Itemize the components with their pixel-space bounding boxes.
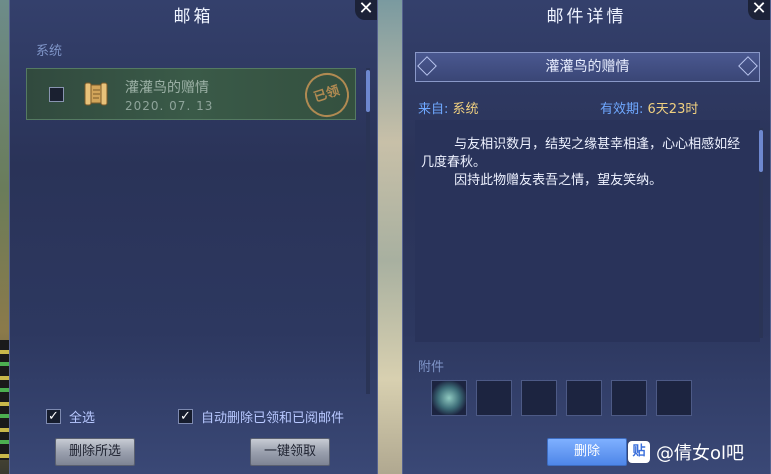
delete-selected-button[interactable]: 删除所选 [55,438,135,466]
game-background-middle [378,0,402,474]
mail-list-item[interactable]: 灌灌鸟的赠情 2020. 07. 13 已领 [26,67,356,123]
scrollbar-thumb[interactable] [366,70,370,112]
mail-detail-panel: 邮件详情 ✕ 灌灌鸟的赠情 来自: 系统 有效期: 6天23时 与友相识数月，结… [402,0,771,474]
checkmark-icon: ✓ [178,409,193,424]
tieba-logo-icon: 贴 [628,441,650,463]
claimed-stamp: 已领 [299,67,355,123]
claim-all-button[interactable]: 一键领取 [250,438,330,466]
attachment-slot[interactable] [611,380,647,416]
validity-label: 有效期: [600,102,644,117]
mail-section-system: 系统 [36,44,63,59]
from-value: 系统 [452,102,479,117]
mail-list-scrollbar[interactable] [366,68,370,394]
delete-mail-button[interactable]: 删除 [547,438,627,466]
scrollbar-thumb[interactable] [759,130,763,172]
mailbox-title: 邮箱 [173,7,214,27]
attachment-slot[interactable] [476,380,512,416]
watermark: 贴 @倩女ol吧 [628,438,744,466]
mail-date: 2020. 07. 13 [125,99,214,113]
detail-subject: 灌灌鸟的赠情 [545,59,630,75]
checkmark-icon: ✓ [46,409,61,424]
select-all-checkbox[interactable]: ✓ 全选 [46,407,95,426]
mail-from: 来自: 系统 [418,98,479,117]
attachments-label: 附件 [418,360,445,375]
watermark-text: @倩女ol吧 [656,443,745,464]
diamond-ornament-icon [417,56,437,76]
auto-delete-label: 自动删除已领和已阅邮件 [201,411,345,426]
attachment-slot[interactable] [521,380,557,416]
mailbox-close-icon[interactable]: ✕ [355,0,377,20]
mail-detail-title: 邮件详情 [546,7,627,27]
attachment-slot[interactable] [656,380,692,416]
mail-subject-banner: 灌灌鸟的赠情 [415,52,760,82]
from-label: 来自: [418,102,449,117]
mail-item-checkbox[interactable] [49,87,64,102]
mailbox-panel: 邮箱 ✕ 系统 灌灌鸟的赠情 2020. 07. 13 已领 ✓ 全选 ✓ 自动… [9,0,378,474]
detail-close-icon[interactable]: ✕ [748,0,770,20]
auto-delete-checkbox[interactable]: ✓ 自动删除已领和已阅邮件 [178,407,344,426]
diamond-ornament-icon [738,56,758,76]
mail-body-scrollbar[interactable] [759,128,763,338]
mail-body-text: 与友相识数月，结契之缘甚幸相逢，心心相感如经几度春秋。 因持此物赠友表吾之情，望… [421,137,741,188]
mail-validity: 有效期: 6天23时 [600,98,698,117]
mail-body-area: 与友相识数月，结契之缘甚幸相逢，心心相感如经几度春秋。 因持此物赠友表吾之情，望… [415,120,760,342]
attachment-slot[interactable] [566,380,602,416]
validity-value: 6天23时 [647,102,699,117]
scroll-icon [84,82,108,106]
attachment-slots [431,380,692,416]
attachment-slot-item-icon[interactable] [431,380,467,416]
select-all-label: 全选 [69,411,96,426]
mail-list: 灌灌鸟的赠情 2020. 07. 13 已领 [24,60,374,400]
mail-subject: 灌灌鸟的赠情 [125,80,209,96]
